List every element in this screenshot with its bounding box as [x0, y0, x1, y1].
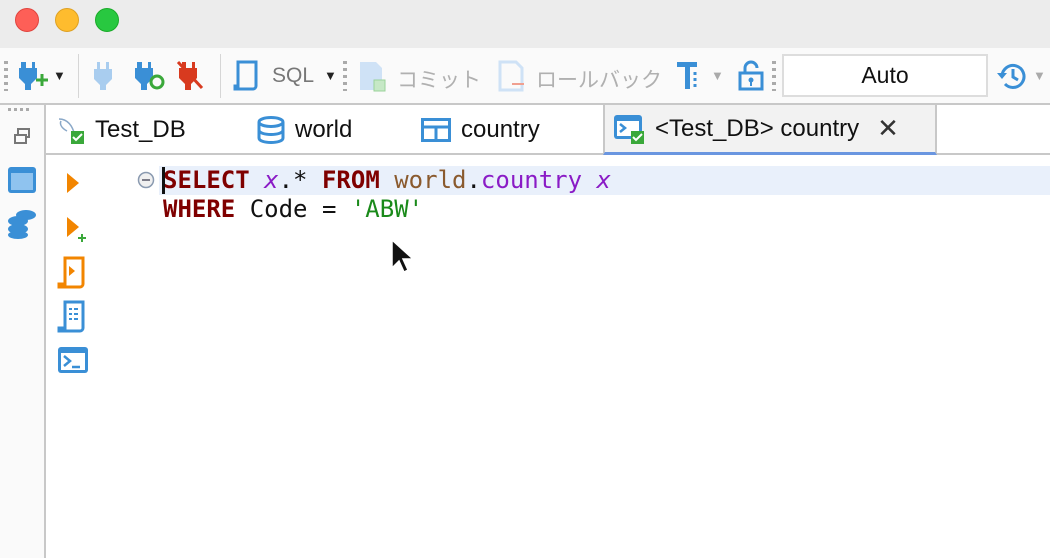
explain-plan-icon[interactable]: [57, 300, 87, 334]
new-connection-dropdown-icon[interactable]: ▼: [53, 68, 66, 83]
toolbar-separator: [220, 54, 221, 98]
sql-editor[interactable]: SELECT x.* FROM world.country x WHERE Co…: [46, 155, 1050, 558]
tab-label: Test_DB: [95, 116, 186, 143]
tab-test-db-country-console[interactable]: <Test_DB> country ✕: [603, 105, 937, 155]
sql-button[interactable]: SQL: [272, 64, 314, 88]
transaction-mode-dropdown-icon[interactable]: ▼: [711, 68, 724, 83]
sql-dropdown-icon[interactable]: ▼: [324, 68, 337, 83]
mouse-pointer-icon: [391, 238, 415, 274]
sidebar-grip[interactable]: [8, 108, 32, 111]
maximize-window-button[interactable]: [95, 8, 119, 32]
commit-button[interactable]: コミット: [397, 64, 481, 94]
tab-label: country: [461, 116, 540, 143]
disconnect-icon[interactable]: [176, 60, 204, 92]
toolbar-grip[interactable]: [343, 61, 347, 91]
console-icon[interactable]: [57, 346, 89, 374]
database-navigator-icon[interactable]: [6, 207, 38, 239]
execute-statement-icon[interactable]: [66, 172, 80, 194]
history-dropdown-icon[interactable]: ▼: [1033, 68, 1046, 83]
transaction-mode-icon[interactable]: [675, 60, 705, 92]
left-sidebar: [0, 105, 46, 558]
tab-country[interactable]: country: [421, 105, 540, 155]
fold-collapse-icon[interactable]: [137, 171, 155, 189]
text-cursor: [162, 167, 165, 194]
toolbar-grip[interactable]: [4, 61, 8, 91]
restore-view-icon[interactable]: [13, 127, 31, 145]
rollback-button[interactable]: ロールバック: [536, 64, 662, 94]
panel-view-icon[interactable]: [7, 166, 37, 194]
tab-test-db[interactable]: Test_DB: [55, 105, 186, 155]
execute-script-icon[interactable]: [57, 256, 87, 290]
execute-in-new-tab-icon[interactable]: [66, 216, 88, 244]
tab-world[interactable]: world: [257, 105, 352, 155]
sql-console-icon: [613, 114, 645, 144]
title-bar: [0, 0, 1050, 48]
new-connection-icon[interactable]: [17, 60, 51, 92]
rollback-icon: [498, 60, 524, 92]
sql-editor-icon[interactable]: [233, 60, 259, 92]
toolbar-separator: [78, 54, 79, 98]
main-toolbar: ▼ SQL ▼ コミット ロールバック ▼ Auto ▼: [0, 48, 1050, 105]
code-line-2[interactable]: WHERE Code = 'ABW': [163, 195, 423, 223]
connect-icon[interactable]: [93, 62, 115, 90]
minimize-window-button[interactable]: [55, 8, 79, 32]
commit-icon: [360, 62, 386, 92]
toolbar-grip[interactable]: [772, 61, 776, 91]
transaction-mode-selector[interactable]: Auto: [782, 54, 988, 97]
close-tab-icon[interactable]: ✕: [877, 113, 899, 144]
mysql-connection-icon: [55, 115, 85, 145]
editor-tab-bar: Test_DB world country <Test_DB> country …: [46, 105, 1050, 155]
tab-label: <Test_DB> country: [655, 114, 860, 142]
code-line-1[interactable]: SELECT x.* FROM world.country x: [163, 166, 611, 194]
history-icon[interactable]: [996, 60, 1028, 92]
close-window-button[interactable]: [15, 8, 39, 32]
database-icon: [257, 116, 285, 144]
table-icon: [421, 118, 451, 142]
tab-label: world: [295, 116, 353, 143]
reconnect-icon[interactable]: [133, 60, 167, 92]
lock-icon[interactable]: [737, 60, 765, 92]
